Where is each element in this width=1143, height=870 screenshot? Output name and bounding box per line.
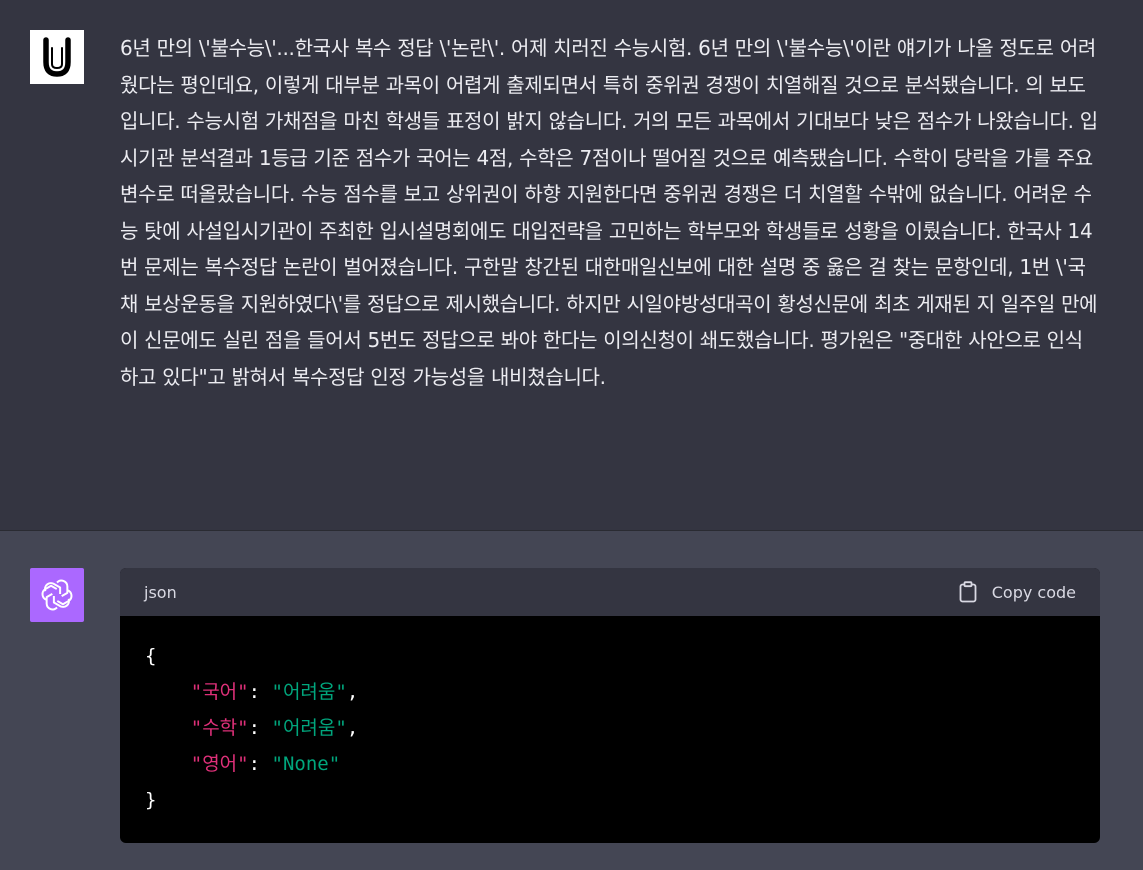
user-avatar-icon [30,30,84,84]
code-open-brace: { [145,645,157,667]
assistant-avatar [30,568,84,622]
user-message-row: 6년 만의 \'불수능\'...한국사 복수 정답 \'논란\'. 어제 치러진… [0,0,1143,531]
code-language-label: json [144,582,177,602]
code-value: "None" [271,753,341,775]
openai-logo-icon [41,579,73,611]
code-key: "영어" [190,753,249,775]
code-value: "어려움" [271,681,347,703]
user-message-text: 6년 만의 \'불수능\'...한국사 복수 정답 \'논란\'. 어제 치러진… [120,36,1098,389]
assistant-message-row: json Copy code { "국어": "어려움", "수학": "어려움… [0,531,1143,870]
code-value: "어려움" [271,717,347,739]
clipboard-icon [959,581,977,603]
user-avatar [30,30,84,84]
copy-code-label: Copy code [991,582,1076,602]
code-close-brace: } [145,789,157,811]
copy-code-button[interactable]: Copy code [958,581,1076,603]
code-block: json Copy code { "국어": "어려움", "수학": "어려움… [120,568,1100,843]
code-block-header: json Copy code [120,568,1100,616]
code-key: "국어" [190,681,249,703]
code-content: { "국어": "어려움", "수학": "어려움", "영어": "None"… [145,645,359,811]
code-key: "수학" [190,717,249,739]
